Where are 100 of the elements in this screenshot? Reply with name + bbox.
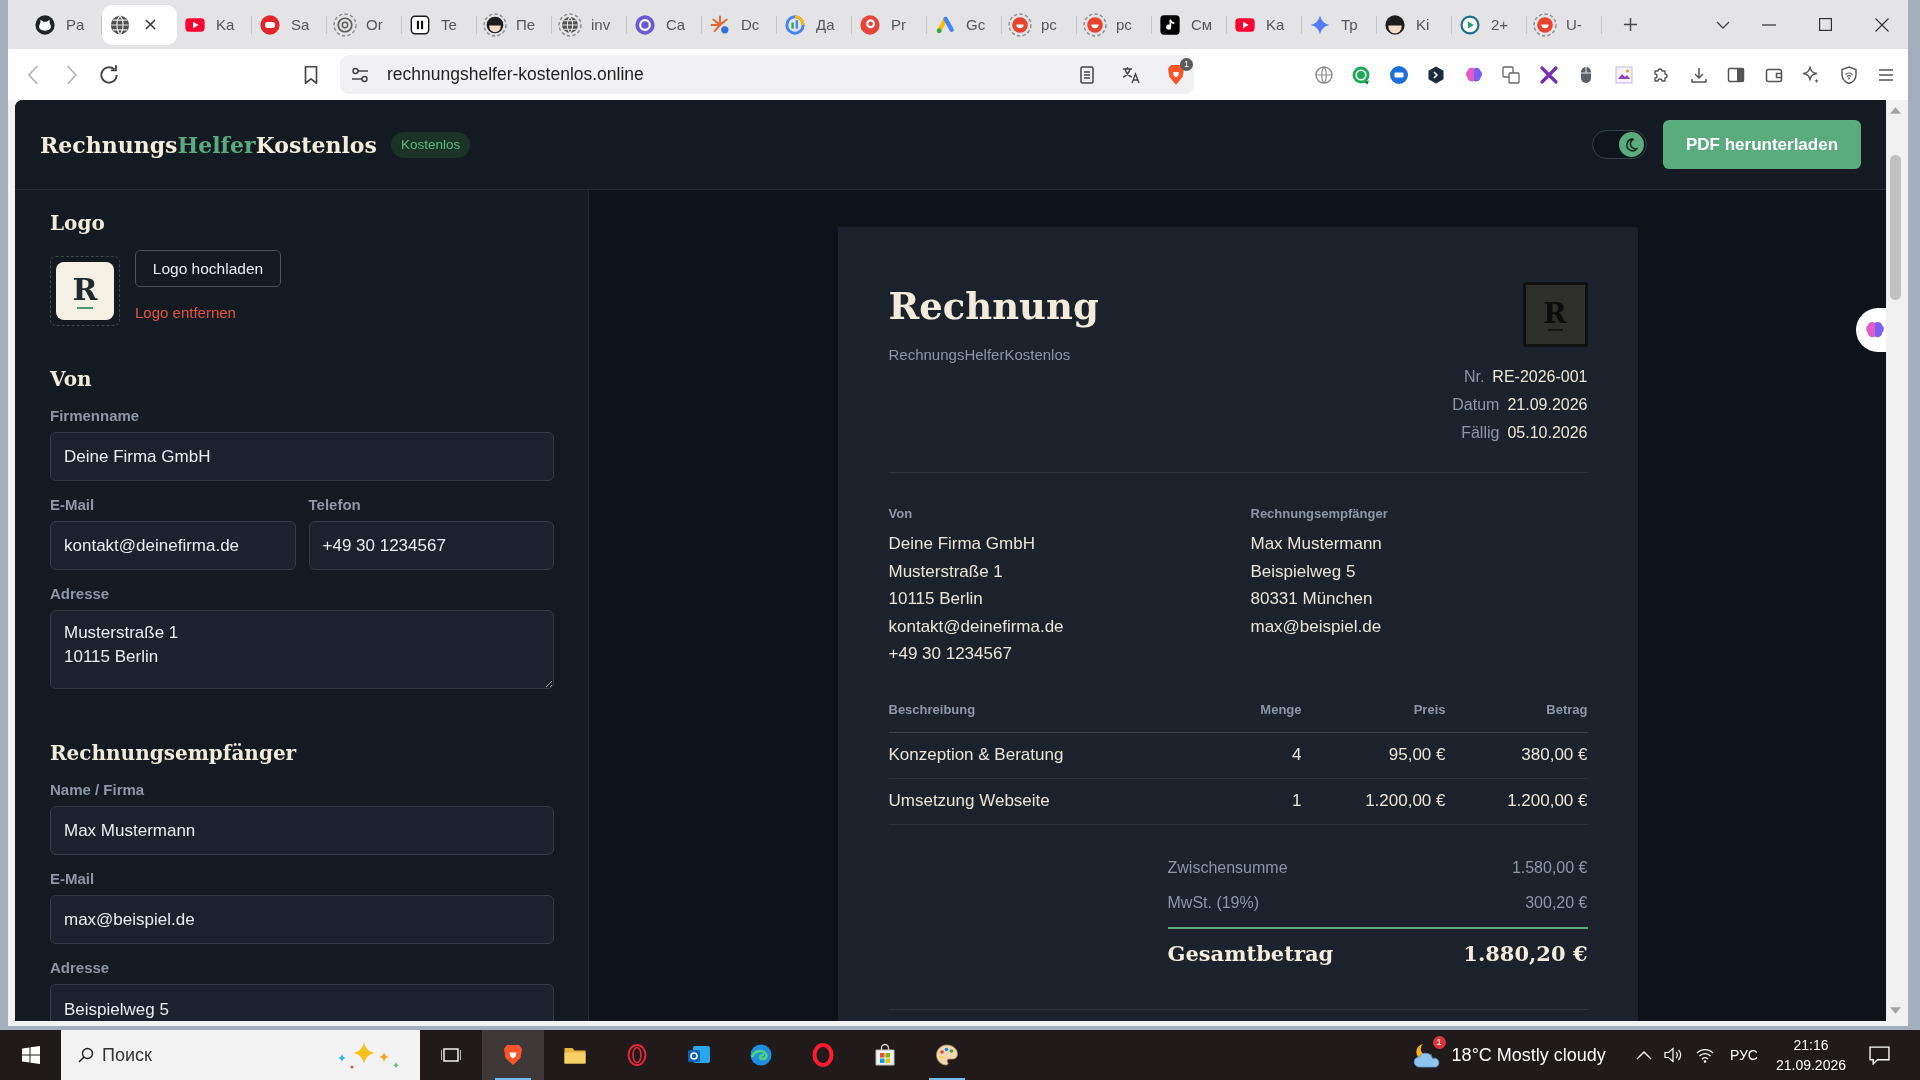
- brand-name: RechnungsHelferKostenlos: [40, 130, 377, 159]
- cross-logo-icon[interactable]: [1538, 64, 1559, 85]
- oval-logo-icon: [811, 1043, 835, 1067]
- table-cell-text: Umsetzung Webseite: [888, 791, 1051, 811]
- play-circle-icon: [1460, 14, 1480, 35]
- table-cell-text: 380,00 €: [1520, 745, 1588, 765]
- chevron-down-icon[interactable]: [1716, 20, 1730, 29]
- maximize-icon[interactable]: [1819, 18, 1832, 31]
- rounded-badge-icon: [260, 14, 280, 35]
- input-field[interactable]: kontakt@deinefirma.de: [50, 521, 296, 570]
- globe-icon[interactable]: [1313, 64, 1334, 85]
- section-heading: Logo: [50, 210, 106, 236]
- ring-logo-icon: [635, 14, 655, 35]
- invoice-title: Rechnung: [888, 283, 1099, 330]
- ring-logo-icon: [625, 1043, 649, 1067]
- meta-label: Nr.: [1463, 367, 1485, 387]
- scrollbar-thumb[interactable]: [1890, 155, 1901, 300]
- section-heading: Von: [50, 366, 93, 392]
- smile-logo-icon: [1008, 12, 1032, 37]
- avatar-icon: [483, 12, 507, 37]
- table-cell-text: 1: [1291, 791, 1302, 811]
- smile-logo-icon: [1083, 12, 1107, 37]
- translate-icon[interactable]: [1121, 64, 1141, 85]
- theme-toggle[interactable]: [1592, 130, 1647, 159]
- logo-image: R: [56, 262, 114, 320]
- clock[interactable]: 21:16 21.09.2026: [1775, 1035, 1846, 1075]
- shopping-bag-icon: [873, 1043, 897, 1067]
- concentric-rings-icon: [333, 12, 357, 37]
- address-line: max@beispiel.de: [1250, 615, 1383, 638]
- total-value: 300,20 €: [1525, 892, 1588, 913]
- input-field[interactable]: Deine Firma GmbH: [50, 432, 554, 481]
- search-field[interactable]: Поиск: [61, 1030, 420, 1080]
- translate-icon[interactable]: [1501, 64, 1522, 85]
- hexagon-icon[interactable]: [1426, 64, 1447, 85]
- music-note-icon: [1160, 14, 1180, 35]
- remove-logo-link[interactable]: Logo entfernen: [135, 304, 236, 322]
- meta-value: 21.09.2026: [1507, 395, 1588, 415]
- close-icon[interactable]: [1875, 17, 1889, 32]
- address-line: Max Mustermann: [1250, 533, 1383, 555]
- grand-total-label: Gesamtbetrag: [1167, 939, 1334, 968]
- search-icon: [78, 1047, 94, 1063]
- globe-icon: [558, 12, 582, 37]
- picture-icon[interactable]: [1613, 64, 1634, 85]
- field-label: Adresse: [50, 959, 111, 977]
- ring-badge-icon[interactable]: [1351, 64, 1372, 85]
- plus-icon[interactable]: [1623, 17, 1638, 32]
- chevron-up-icon[interactable]: [1635, 1050, 1652, 1060]
- network-icon[interactable]: [1695, 1047, 1714, 1063]
- party-label: Rechnungsempfänger: [1250, 506, 1389, 522]
- four-panes-icon[interactable]: [22, 1046, 40, 1064]
- chat-bubble-icon[interactable]: [1869, 1045, 1890, 1065]
- column-header: Menge: [1259, 701, 1302, 718]
- globe-icon: [110, 14, 130, 35]
- field-label: Adresse: [50, 585, 111, 603]
- input-field[interactable]: Max Mustermann: [50, 806, 554, 855]
- field-label: Telefon: [308, 496, 362, 514]
- upload-logo-button[interactable]: Logo hochladen: [135, 250, 281, 287]
- column-header: Beschreibung: [888, 701, 977, 718]
- shield-icon[interactable]: [1838, 64, 1859, 85]
- address-line: 10115 Berlin: [888, 588, 984, 610]
- textarea-field[interactable]: Beispielweg 5: [50, 984, 554, 1021]
- table-cell-text: Konzeption & Beratung: [888, 745, 1065, 765]
- palette-icon: [935, 1043, 959, 1067]
- notification-badge: 1: [1180, 57, 1193, 71]
- total-label: Zwischensumme: [1167, 857, 1288, 878]
- sparkle-icon: [1310, 14, 1330, 35]
- input-field[interactable]: max@beispiel.de: [50, 895, 554, 944]
- reload-icon[interactable]: [98, 63, 120, 86]
- task-view-icon[interactable]: [441, 1046, 461, 1064]
- minimize-icon[interactable]: [1762, 23, 1776, 26]
- speaker-icon[interactable]: [1663, 1047, 1684, 1063]
- browser-tab[interactable]: [102, 4, 177, 45]
- close-icon[interactable]: [145, 19, 156, 30]
- table-cell-text: 1.200,00 €: [1506, 791, 1588, 811]
- input-field[interactable]: +49 30 1234567: [308, 521, 554, 570]
- reader-mode-icon[interactable]: [1077, 64, 1097, 85]
- site-settings-icon[interactable]: [351, 65, 369, 84]
- address-line: +49 30 1234567: [888, 643, 1013, 665]
- notification-badge: 1: [1432, 1036, 1446, 1049]
- textarea-field[interactable]: Musterstraße 1 10115 Berlin: [50, 610, 554, 689]
- grand-total-value: 1.880,20 €: [1463, 939, 1588, 968]
- address-line: 80331 München: [1250, 588, 1374, 610]
- address-bar[interactable]: rechnungshelfer-kostenlos.online 1: [340, 55, 1194, 94]
- meta-value: 05.10.2026: [1507, 423, 1588, 443]
- input-language-indicator[interactable]: РУС: [1729, 1047, 1758, 1063]
- asterisk-icon: [710, 14, 730, 35]
- circle-logo-icon: [860, 14, 880, 35]
- round-badge-icon[interactable]: [1388, 64, 1409, 85]
- table-cell-text: 95,00 €: [1387, 745, 1446, 765]
- logo-dropzone[interactable]: R: [50, 256, 120, 326]
- total-value: 1.580,00 €: [1511, 857, 1588, 878]
- avatar-icon: [1385, 14, 1405, 35]
- section-heading: Rechnungsempfänger: [50, 740, 298, 766]
- weather-widget[interactable]: 1 18°C Mostly cloudy: [1410, 1030, 1606, 1080]
- triangle-logo-icon: [935, 14, 955, 35]
- total-label: MwSt. (19%): [1167, 892, 1260, 913]
- free-badge: Kostenlos: [390, 131, 471, 158]
- shield-logo-icon[interactable]: [1166, 63, 1186, 86]
- floating-extension-button[interactable]: [1856, 308, 1886, 352]
- address-line: Deine Firma GmbH: [888, 533, 1036, 555]
